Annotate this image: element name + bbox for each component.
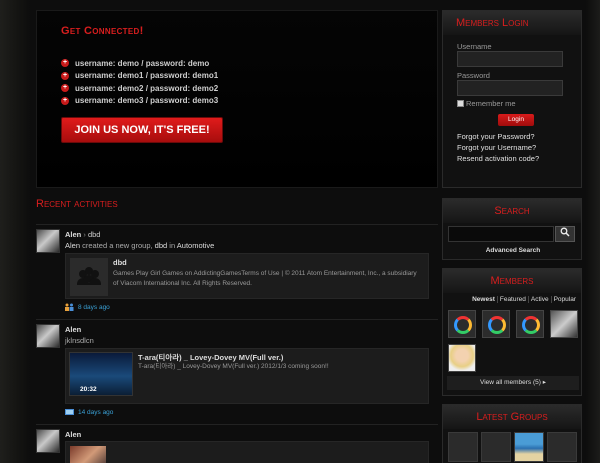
advanced-search-link[interactable]: Advanced Search <box>443 247 583 254</box>
tab-active[interactable]: Active <box>527 296 551 303</box>
tab-newest[interactable]: Newest <box>470 296 497 303</box>
default-avatar-icon <box>522 316 540 334</box>
group-placeholder-icon[interactable] <box>70 258 108 296</box>
password-label: Password <box>457 71 490 80</box>
search-box: Search Advanced Search <box>442 198 582 260</box>
activity-timestamp[interactable]: 8 days ago <box>78 304 110 311</box>
activity-item: Alen › dbd Alen created a new group, dbd… <box>36 224 438 316</box>
latest-groups-title: Latest Groups <box>443 405 581 429</box>
activity-header: Alen › dbd <box>65 230 100 239</box>
members-title: Members <box>443 269 581 293</box>
remember-me-checkbox[interactable] <box>457 100 464 107</box>
demo-accounts-list: + username: demo / password: demo + userna… <box>61 57 218 107</box>
member-avatar[interactable] <box>448 344 476 372</box>
video-activity-icon <box>65 408 74 416</box>
search-button[interactable] <box>555 226 575 242</box>
remember-me-row: Remember me <box>457 99 581 108</box>
group-thumbnail[interactable] <box>514 432 544 462</box>
activity-target-link[interactable]: dbd <box>88 230 101 239</box>
video-duration: 20:32 <box>80 386 97 393</box>
tab-featured[interactable]: Featured <box>496 296 528 303</box>
group-thumbnail[interactable] <box>481 432 511 462</box>
demo-account-item: + username: demo2 / password: demo2 <box>61 83 219 93</box>
member-avatar[interactable] <box>550 310 578 338</box>
recent-activities: Recent activities Alen › dbd Alen create… <box>36 198 438 463</box>
video-card-description: T-ara(티아라) _ Lovey-Dovey MV(Full ver.) 2… <box>138 363 329 370</box>
right-background-edge <box>586 0 600 463</box>
forgot-username-link[interactable]: Forgot your Username? <box>457 142 581 153</box>
members-login-box: Members Login Username Password Remember… <box>442 10 582 188</box>
members-tabs: Newest Featured Active Popular <box>470 296 578 303</box>
members-box: Members Newest Featured Active Popular V… <box>442 268 582 396</box>
activity-text: Alen created a new group, dbd in Automot… <box>65 241 215 250</box>
activity-card <box>65 441 429 463</box>
search-title: Search <box>443 199 581 223</box>
remember-me-label: Remember me <box>466 99 516 108</box>
search-icon <box>560 227 570 237</box>
group-thumbnail[interactable] <box>547 432 577 462</box>
activity-user-link[interactable]: Alen <box>65 241 80 250</box>
group-card: dbd Games Play Girl Games on AddictingGa… <box>65 253 429 299</box>
demo-account-item: + username: demo / password: demo <box>61 58 210 68</box>
tab-popular[interactable]: Popular <box>550 296 578 303</box>
arrow-right-icon: › <box>83 230 86 239</box>
members-login-title: Members Login <box>443 11 581 35</box>
default-avatar-icon <box>488 316 506 334</box>
resend-activation-link[interactable]: Resend activation code? <box>457 153 581 164</box>
avatar[interactable] <box>36 429 60 453</box>
recent-activities-title: Recent activities <box>36 198 118 210</box>
photo-thumbnail[interactable] <box>70 446 106 463</box>
get-connected-panel: Get Connected! + username: demo / passwor… <box>36 10 438 188</box>
plus-icon: + <box>61 71 69 80</box>
login-button[interactable]: Login <box>498 114 534 126</box>
group-thumbnail[interactable] <box>448 432 478 462</box>
password-input[interactable] <box>457 80 563 96</box>
member-avatar[interactable] <box>448 310 476 338</box>
demo-account-item: + username: demo3 / password: demo3 <box>61 96 219 106</box>
category-link[interactable]: Automotive <box>177 241 215 250</box>
video-thumbnail[interactable]: 20:32 <box>69 352 133 396</box>
username-input[interactable] <box>457 51 563 67</box>
group-card-title[interactable]: dbd <box>113 258 127 267</box>
activity-meta: 14 days ago <box>65 408 113 416</box>
group-card-description: Games Play Girl Games on AddictingGamesT… <box>113 270 417 287</box>
activity-item: Alen jklnsdlcn 20:32 T-ara(티아라) _ Lovey-… <box>36 319 438 421</box>
activity-item: Alen <box>36 424 438 463</box>
default-avatar-icon <box>454 316 472 334</box>
forgot-password-link[interactable]: Forgot your Password? <box>457 131 581 142</box>
latest-groups-box: Latest Groups <box>442 404 582 463</box>
plus-icon: + <box>61 96 69 105</box>
view-all-members-link[interactable]: View all members (5) ▸ <box>447 376 579 390</box>
activity-user-link[interactable]: Alen <box>65 325 81 334</box>
group-link[interactable]: dbd <box>155 241 168 250</box>
activity-user-link[interactable]: Alen <box>65 430 81 439</box>
video-card: 20:32 T-ara(티아라) _ Lovey-Dovey MV(Full v… <box>65 348 429 404</box>
avatar[interactable] <box>36 324 60 348</box>
activity-meta: 8 days ago <box>65 303 110 311</box>
activity-user-link[interactable]: Alen <box>65 230 81 239</box>
plus-icon: + <box>61 59 69 68</box>
left-background-edge <box>0 0 30 463</box>
activity-timestamp[interactable]: 14 days ago <box>78 409 113 416</box>
get-connected-title: Get Connected! <box>61 25 144 37</box>
username-label: Username <box>457 42 492 51</box>
activity-text: jklnsdlcn <box>65 336 94 345</box>
search-input[interactable] <box>448 226 554 242</box>
plus-icon: + <box>61 84 69 93</box>
avatar[interactable] <box>36 229 60 253</box>
join-now-button[interactable]: JOIN US NOW, IT'S FREE! <box>61 117 223 143</box>
demo-account-item: + username: demo1 / password: demo1 <box>61 71 219 81</box>
member-avatar[interactable] <box>516 310 544 338</box>
member-avatar[interactable] <box>482 310 510 338</box>
group-activity-icon <box>65 303 74 311</box>
